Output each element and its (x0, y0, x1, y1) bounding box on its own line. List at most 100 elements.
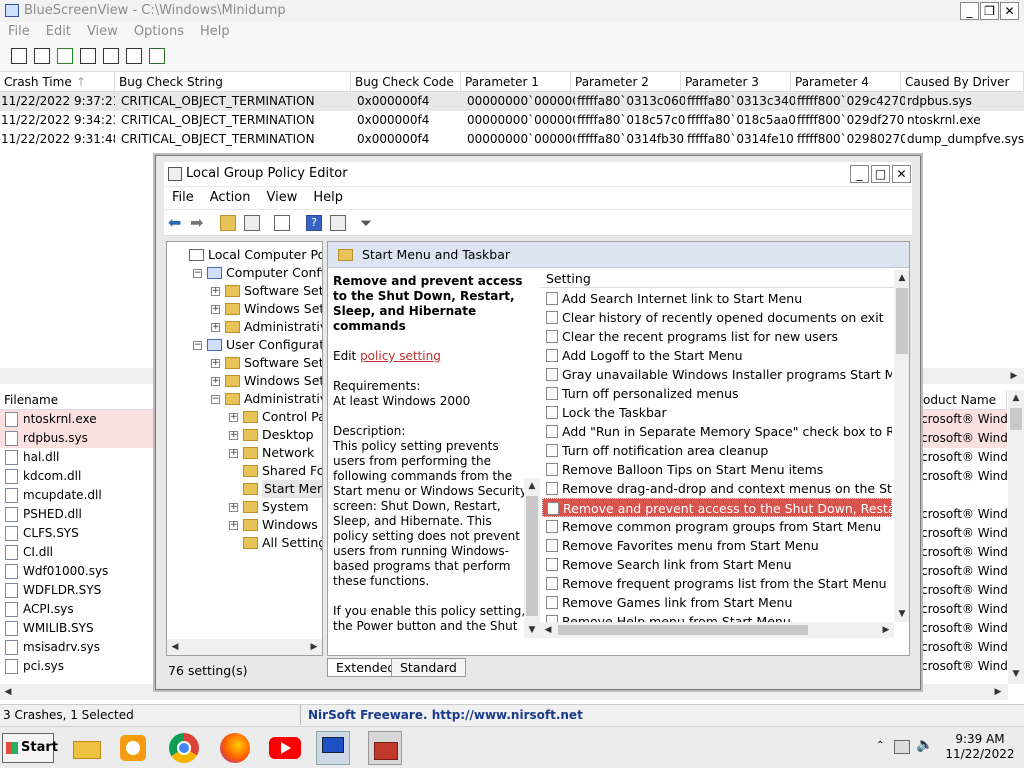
setting-row[interactable]: Lock the Taskbar (542, 403, 892, 422)
scroll-up-icon[interactable]: ▲ (894, 270, 909, 286)
tree-item[interactable]: Windows Setting (244, 300, 322, 318)
tree-item[interactable]: System (262, 498, 309, 516)
tree-expander-icon[interactable]: + (229, 431, 238, 440)
col-parameter-1[interactable]: Parameter 1 (461, 72, 571, 92)
col-crash-time[interactable]: Crash Time ↑ (0, 72, 115, 92)
chrome-icon[interactable] (167, 731, 201, 765)
show-hidden-icons[interactable]: ⌃ (876, 740, 884, 751)
tree-item[interactable]: Control Panel (262, 408, 322, 426)
scroll-thumb[interactable] (896, 288, 908, 354)
crash-row[interactable]: 11/22/2022 9:37:21... CRITICAL_OBJECT_TER… (0, 92, 1024, 111)
volume-icon[interactable]: 🔈 (916, 737, 933, 753)
exit-icon[interactable] (149, 48, 165, 64)
tree-expander-icon[interactable]: + (229, 413, 238, 422)
restore-button[interactable]: ❐ (980, 2, 999, 20)
tree-item[interactable]: Administrative Te (244, 390, 322, 408)
tree-item[interactable]: All Settings (262, 534, 322, 552)
firefox-icon[interactable] (218, 731, 252, 765)
scroll-left-icon[interactable]: ◀ (167, 639, 183, 655)
driver-row[interactable]: pci.sys (0, 657, 155, 676)
edit-policy-link[interactable]: policy setting (360, 349, 441, 363)
clock[interactable]: 9:39 AM 11/22/2022 (945, 732, 1015, 762)
tree-expander-icon[interactable]: − (193, 269, 202, 278)
scroll-right-icon[interactable]: ▶ (306, 639, 322, 655)
driver-row[interactable]: mcupdate.dll (0, 486, 155, 505)
tree-item[interactable]: Software Settings (244, 282, 322, 300)
setting-row[interactable]: Clear the recent programs list for new u… (542, 327, 892, 346)
save-icon[interactable] (34, 48, 50, 64)
filter-icon[interactable]: ⏷ (360, 215, 376, 231)
gpe-close-button[interactable]: ✕ (892, 165, 911, 183)
extended-view-icon[interactable] (330, 215, 346, 231)
gpe-menu-view[interactable]: View (258, 187, 305, 209)
network-icon[interactable] (894, 740, 910, 754)
scroll-right-icon[interactable]: ▶ (990, 684, 1006, 700)
col-caused-by-driver[interactable]: Caused By Driver (901, 72, 1024, 92)
setting-row[interactable]: Clear history of recently opened documen… (542, 308, 892, 327)
tree-expander-icon[interactable]: + (211, 287, 220, 296)
file-explorer-icon[interactable] (70, 731, 104, 765)
gpe-menu-file[interactable]: File (164, 187, 202, 209)
tree-expander-icon[interactable]: + (211, 305, 220, 314)
setting-row[interactable]: Remove Games link from Start Menu (542, 593, 892, 612)
scroll-thumb[interactable] (526, 496, 538, 616)
tree-item[interactable]: Software Settings (244, 354, 322, 372)
driver-row[interactable]: hal.dll (0, 448, 155, 467)
tree-expander-icon[interactable]: + (211, 377, 220, 386)
menu-help[interactable]: Help (192, 22, 238, 42)
scroll-down-icon[interactable]: ▼ (894, 606, 909, 622)
setting-row[interactable]: Add "Run in Separate Memory Space" check… (542, 422, 892, 441)
col-bug-check-string[interactable]: Bug Check String (115, 72, 351, 92)
driver-row[interactable]: CLFS.SYS (0, 524, 155, 543)
menu-file[interactable]: File (0, 22, 38, 42)
setting-row[interactable]: Remove Favorites menu from Start Menu (542, 536, 892, 555)
driver-row[interactable]: Wdf01000.sys (0, 562, 155, 581)
driver-row[interactable]: ACPI.sys (0, 600, 155, 619)
settings-hscrollbar[interactable]: ◀ ▶ (540, 622, 894, 638)
menu-edit[interactable]: Edit (38, 22, 79, 42)
col-filename[interactable]: Filename (0, 390, 155, 410)
refresh-icon[interactable] (57, 48, 73, 64)
scroll-up-icon[interactable]: ▲ (524, 478, 540, 494)
setting-row[interactable]: Add Search Internet link to Start Menu (542, 289, 892, 308)
tree-expander-icon[interactable]: − (211, 395, 220, 404)
tree-item[interactable]: User Configuration (226, 336, 322, 354)
crash-row[interactable]: 11/22/2022 9:31:48... CRITICAL_OBJECT_TER… (0, 130, 1024, 149)
close-button[interactable]: ✕ (1000, 2, 1019, 20)
scroll-up-icon[interactable]: ▲ (1008, 390, 1024, 406)
tree-expander-icon[interactable]: + (229, 503, 238, 512)
tree-item[interactable]: Windows Setting (244, 372, 322, 390)
up-folder-icon[interactable] (220, 215, 236, 231)
setting-row[interactable]: Remove Search link from Start Menu (542, 555, 892, 574)
scroll-left-icon[interactable]: ◀ (0, 684, 16, 700)
forward-arrow-icon[interactable]: ➡ (190, 215, 206, 231)
scroll-left-icon[interactable]: ◀ (540, 622, 556, 638)
setting-row[interactable]: Turn off personalized menus (542, 384, 892, 403)
col-bug-check-code[interactable]: Bug Check Code (351, 72, 461, 92)
youtube-icon[interactable] (268, 731, 302, 765)
minimize-button[interactable]: _ (960, 2, 979, 20)
properties-icon[interactable] (11, 48, 27, 64)
tree-item[interactable]: Start Menu ar (262, 480, 322, 498)
setting-row[interactable]: Gray unavailable Windows Installer progr… (542, 365, 892, 384)
tree-item[interactable]: Local Computer Policy (208, 246, 322, 264)
tree-item[interactable]: Administrative Te (244, 318, 322, 336)
media-player-icon[interactable] (116, 731, 150, 765)
settings-vscrollbar[interactable]: ▲ ▼ (894, 270, 909, 622)
scroll-right-icon[interactable]: ▶ (1006, 368, 1022, 384)
description-vscrollbar[interactable]: ▲ ▼ (524, 478, 540, 638)
setting-column-header[interactable]: Setting (540, 270, 895, 288)
html-report-icon[interactable] (103, 48, 119, 64)
start-button[interactable]: Start (2, 733, 58, 763)
setting-row[interactable]: Remove frequent programs list from the S… (542, 574, 892, 593)
bluescreenview-task-icon[interactable] (316, 731, 350, 765)
col-parameter-3[interactable]: Parameter 3 (681, 72, 791, 92)
driver-list-vscrollbar[interactable]: ▲ ▼ (1008, 390, 1024, 684)
tree-expander-icon[interactable]: + (211, 323, 220, 332)
tree-expander-icon[interactable]: + (229, 521, 238, 530)
tree-expander-icon[interactable]: + (211, 359, 220, 368)
col-product-name[interactable]: oduct Name (919, 390, 1007, 410)
col-parameter-2[interactable]: Parameter 2 (571, 72, 681, 92)
menu-options[interactable]: Options (126, 22, 192, 42)
menu-view[interactable]: View (79, 22, 126, 42)
